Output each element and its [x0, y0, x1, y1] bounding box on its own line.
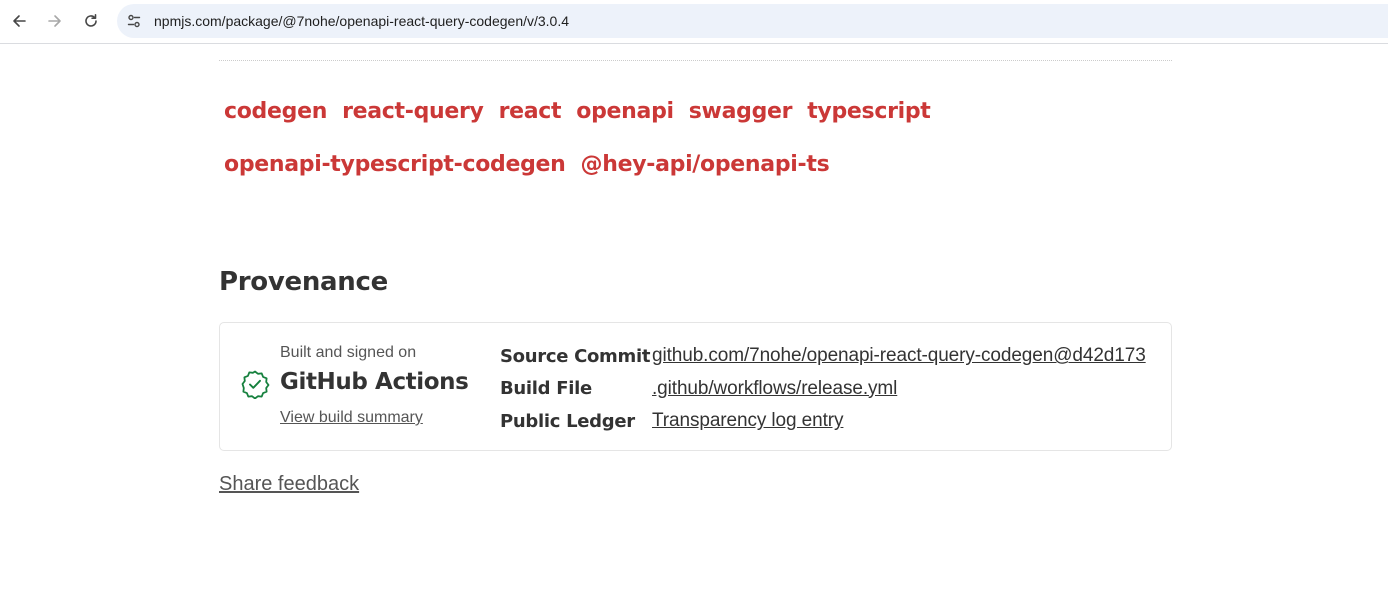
- page-content: codegen react-query react openapi swagge…: [0, 45, 1388, 594]
- tune-icon: [127, 14, 141, 28]
- reload-button[interactable]: [78, 8, 104, 34]
- build-file-label: Build File: [500, 378, 592, 400]
- keyword-link[interactable]: @hey-api/openapi-ts: [581, 152, 835, 177]
- keyword-link[interactable]: openapi-typescript-codegen: [224, 152, 571, 177]
- keyword-link[interactable]: swagger: [689, 99, 797, 124]
- keyword-link[interactable]: codegen: [224, 99, 332, 124]
- divider: [219, 60, 1172, 61]
- provenance-heading: Provenance: [219, 267, 388, 297]
- keyword-link[interactable]: openapi: [576, 99, 678, 124]
- ci-provider-name: GitHub Actions: [280, 369, 469, 395]
- keywords-list: codegen react-query react openapi swagge…: [219, 85, 1172, 191]
- view-build-summary-link[interactable]: View build summary: [280, 409, 423, 427]
- provenance-row: Build File .github/workflows/release.yml: [500, 373, 1146, 406]
- keyword-link[interactable]: typescript: [807, 99, 935, 124]
- forward-button[interactable]: [42, 8, 68, 34]
- address-bar[interactable]: npmjs.com/package/@7nohe/openapi-react-q…: [117, 4, 1388, 38]
- provenance-card: Built and signed on GitHub Actions View …: [219, 322, 1172, 451]
- keywords-row: codegen react-query react openapi swagge…: [219, 85, 1172, 138]
- browser-toolbar: npmjs.com/package/@7nohe/openapi-react-q…: [0, 0, 1388, 44]
- provenance-row: Public Ledger Transparency log entry: [500, 405, 1146, 438]
- built-on-label: Built and signed on: [280, 344, 417, 361]
- source-commit-label: Source Commit: [500, 345, 651, 367]
- keyword-link[interactable]: react-query: [342, 99, 489, 124]
- keyword-link[interactable]: react: [499, 99, 567, 124]
- provenance-details: Source Commit github.com/7nohe/openapi-r…: [500, 340, 1146, 438]
- url-text[interactable]: npmjs.com/package/@7nohe/openapi-react-q…: [154, 13, 569, 29]
- reload-icon: [85, 14, 97, 27]
- arrow-left-icon: [13, 15, 26, 27]
- public-ledger-label: Public Ledger: [500, 410, 635, 432]
- transparency-log-link[interactable]: Transparency log entry: [652, 410, 844, 432]
- back-button[interactable]: [6, 8, 32, 34]
- build-file-link[interactable]: .github/workflows/release.yml: [652, 378, 897, 400]
- verified-badge-icon: [241, 370, 270, 399]
- share-feedback-link[interactable]: Share feedback: [219, 473, 359, 496]
- site-info-button[interactable]: [120, 7, 148, 35]
- keywords-row: openapi-typescript-codegen @hey-api/open…: [219, 138, 1172, 191]
- source-commit-link[interactable]: github.com/7nohe/openapi-react-query-cod…: [652, 345, 1146, 367]
- provenance-row: Source Commit github.com/7nohe/openapi-r…: [500, 340, 1146, 373]
- arrow-right-icon: [48, 15, 61, 27]
